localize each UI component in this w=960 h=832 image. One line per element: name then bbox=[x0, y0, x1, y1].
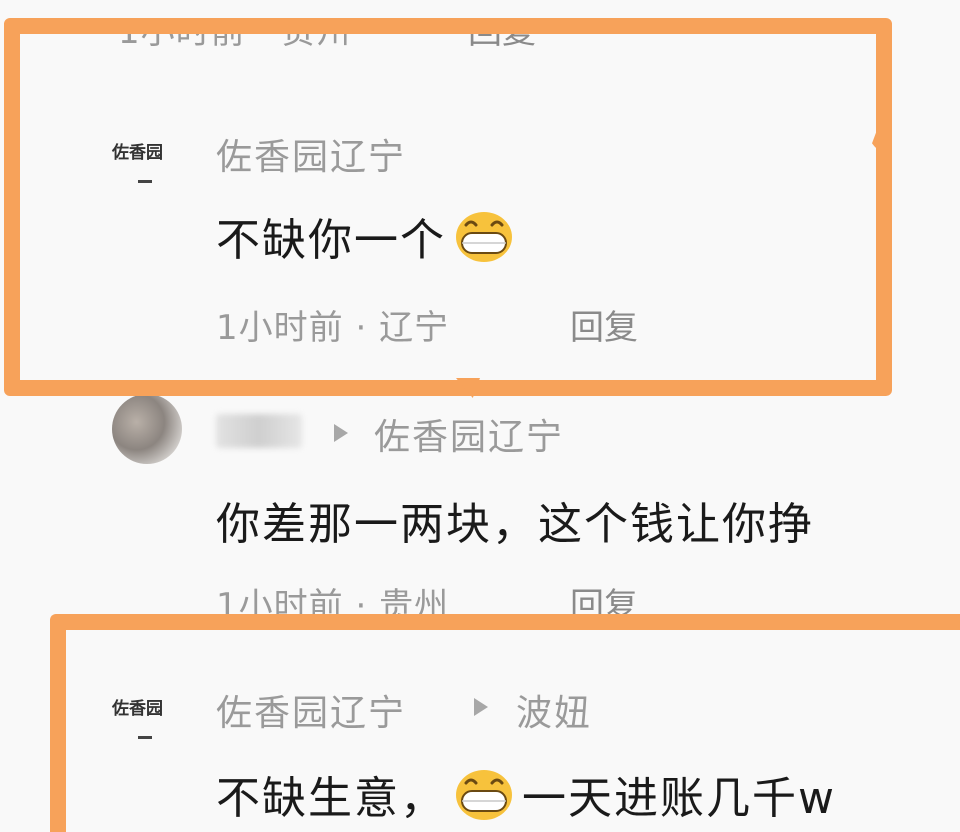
comment-2-avatar[interactable] bbox=[112, 394, 182, 464]
logo-dash bbox=[138, 736, 152, 739]
comment-1-reply-button[interactable]: 回复 bbox=[570, 300, 638, 349]
comment-thread-screenshot: 1小时前 · 贵州 回复 佐香园 佐香园辽宁 不缺你一个 1小时前 · 辽宁 回… bbox=[0, 0, 960, 832]
meta-separator: · bbox=[257, 18, 270, 52]
comment-2-reply-button[interactable]: 回复 bbox=[570, 578, 690, 614]
comment-1-brand-avatar[interactable]: 佐香园 bbox=[112, 138, 184, 194]
brand-logo-text: 佐香园 bbox=[112, 699, 163, 719]
comment-2-time: 1小时前 bbox=[216, 586, 344, 614]
comment-1-text-content: 不缺你一个 bbox=[216, 215, 446, 266]
comment-2-text: 你差那一两块，这个钱让你挣 bbox=[216, 499, 814, 550]
blurred-username bbox=[216, 414, 302, 448]
reply-arrow-icon bbox=[474, 698, 488, 716]
highlight-side-accent bbox=[868, 90, 892, 154]
comment-0-reply-label: 回复 bbox=[468, 18, 536, 52]
meta-separator: · bbox=[355, 308, 368, 348]
comment-1-time: 1小时前 bbox=[216, 308, 344, 348]
comment-1-username[interactable]: 佐香园辽宁 bbox=[216, 128, 406, 180]
grinning-face-icon bbox=[454, 209, 514, 263]
comment-2-reply-to[interactable]: 佐香园辽宁 bbox=[374, 408, 564, 460]
meta-separator: · bbox=[355, 586, 368, 614]
grinning-face-icon bbox=[454, 767, 514, 821]
comment-0-meta: 1小时前 · 贵州 bbox=[118, 18, 418, 60]
comment-3-brand-avatar[interactable]: 佐香园 bbox=[112, 694, 184, 750]
brand-logo-text: 佐香园 bbox=[112, 143, 163, 163]
comment-2-reply-label: 回复 bbox=[570, 586, 638, 614]
reply-arrow-icon bbox=[334, 424, 348, 442]
comment-0-reply-button[interactable]: 回复 bbox=[468, 18, 588, 60]
comment-1-meta: 1小时前 · 辽宁 bbox=[216, 300, 449, 349]
comment-0-location: 贵州 bbox=[281, 18, 352, 52]
comment-3-username[interactable]: 佐香园辽宁 bbox=[216, 684, 406, 736]
comment-3-text-after: 一天进账几千w bbox=[522, 773, 836, 824]
comment-1-text: 不缺你一个 bbox=[216, 204, 522, 268]
comment-2-location: 贵州 bbox=[379, 586, 450, 614]
logo-dash bbox=[138, 180, 152, 183]
comment-2-meta: 1小时前 · 贵州 bbox=[216, 578, 536, 614]
comment-3-text: 不缺生意， 一天进账几千w bbox=[216, 762, 836, 826]
comment-3-text-before: 不缺生意， bbox=[216, 773, 446, 824]
highlight-callout-tail bbox=[456, 378, 480, 398]
comment-1-location: 辽宁 bbox=[379, 308, 450, 348]
comment-3-reply-to[interactable]: 波妞 bbox=[516, 684, 592, 736]
comment-0-time: 1小时前 bbox=[118, 18, 246, 52]
